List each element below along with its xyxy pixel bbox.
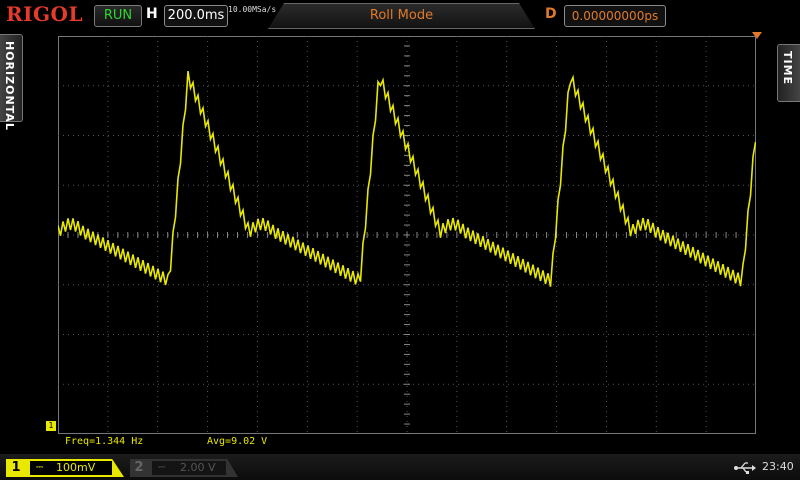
waveform-display <box>58 36 756 434</box>
rigol-logo: RIGOL <box>6 2 84 26</box>
channel1-button[interactable]: 1 ⎓ 100mV <box>6 459 124 477</box>
mode-display: Roll Mode <box>268 3 535 29</box>
horizontal-tab-label: HORIZONTAL <box>3 41 16 131</box>
run-state-indicator[interactable]: RUN <box>94 5 142 27</box>
channel1-scale: 100mV <box>56 461 96 474</box>
channel1-settings: ⎓ 100mV <box>30 461 112 475</box>
horizontal-menu-tab[interactable]: HORIZONTAL <box>0 34 23 131</box>
channel2-number: 2 <box>134 460 144 475</box>
channel2-button[interactable]: 2 ⎓ 2.00 V <box>130 459 238 477</box>
channel1-trace <box>58 70 756 287</box>
timebase-value[interactable]: 200.0ms <box>164 5 228 27</box>
channel2-scale: 2.00 V <box>180 461 216 474</box>
time-tab-label: TIME <box>781 51 794 86</box>
dc-coupling-icon: ⎓ <box>36 463 44 473</box>
system-clock: 23:40 <box>762 460 794 473</box>
dc-coupling-icon: ⎓ <box>158 463 166 473</box>
time-menu-tab[interactable]: TIME <box>777 44 800 102</box>
delay-label: D <box>545 6 557 22</box>
horizontal-label: H <box>146 6 158 22</box>
avg-measurement: Avg=9.02 V <box>207 436 268 447</box>
channel1-ground-marker[interactable]: 1 <box>46 421 56 431</box>
mode-label: Roll Mode <box>369 8 434 23</box>
usb-icon <box>734 461 756 478</box>
delay-value[interactable]: 0.00000000ps <box>564 5 666 27</box>
graticule <box>58 36 756 434</box>
sample-rate: 10.00MSa/s <box>228 5 277 14</box>
channel2-settings: ⎓ 2.00 V <box>152 461 226 475</box>
freq-measurement: Freq=1.344 Hz <box>65 436 144 447</box>
channel1-number: 1 <box>11 460 21 475</box>
top-status-bar: RIGOL RUN H 200.0ms 10.00MSa/s Roll Mode… <box>0 0 800 30</box>
